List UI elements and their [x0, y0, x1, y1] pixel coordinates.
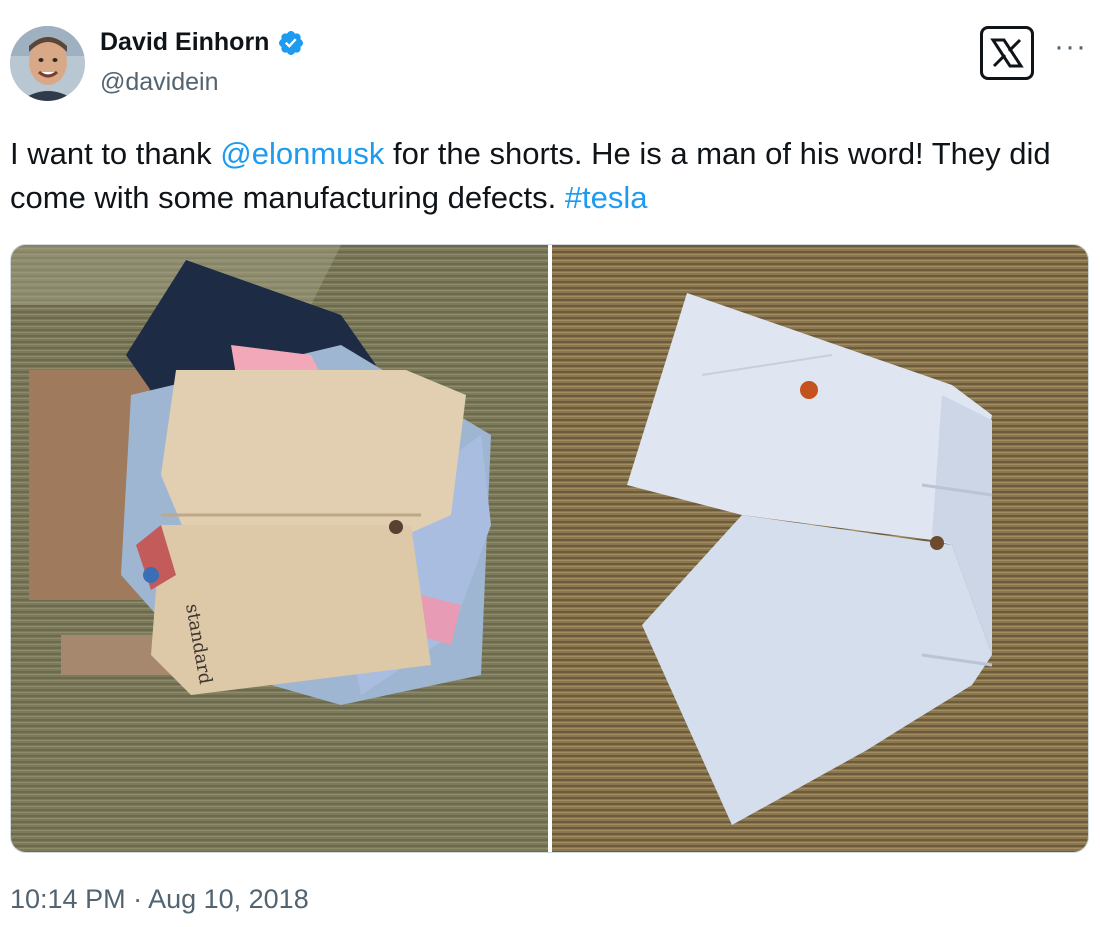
hashtag-link[interactable]: #tesla	[565, 180, 648, 215]
media-grid: standard	[10, 244, 1089, 853]
photo-light-blue-shorts-image	[552, 245, 1088, 852]
photo-light-blue-shorts[interactable]	[552, 245, 1088, 852]
photo-pile-of-shorts-image: standard	[11, 245, 548, 852]
mention-link[interactable]: @elonmusk	[220, 136, 384, 171]
verified-badge-icon[interactable]	[277, 29, 305, 57]
author-handle[interactable]: @davidein	[100, 68, 219, 97]
avatar[interactable]	[10, 26, 85, 101]
x-logo-icon[interactable]	[980, 26, 1034, 80]
author-name-row[interactable]: David Einhorn	[100, 28, 305, 57]
x-glyph-icon	[990, 38, 1024, 68]
author-name[interactable]: David Einhorn	[100, 28, 269, 57]
more-dots-icon[interactable]: ···	[1054, 32, 1087, 62]
avatar-photo	[10, 26, 85, 101]
photo-pile-of-shorts[interactable]: standard	[11, 245, 548, 852]
tweet-timestamp[interactable]: 10:14 PM · Aug 10, 2018	[10, 884, 309, 915]
tweet-text-part-1: I want to thank	[10, 136, 221, 171]
tweet-text: I want to thank @elonmusk for the shorts…	[10, 132, 1085, 220]
